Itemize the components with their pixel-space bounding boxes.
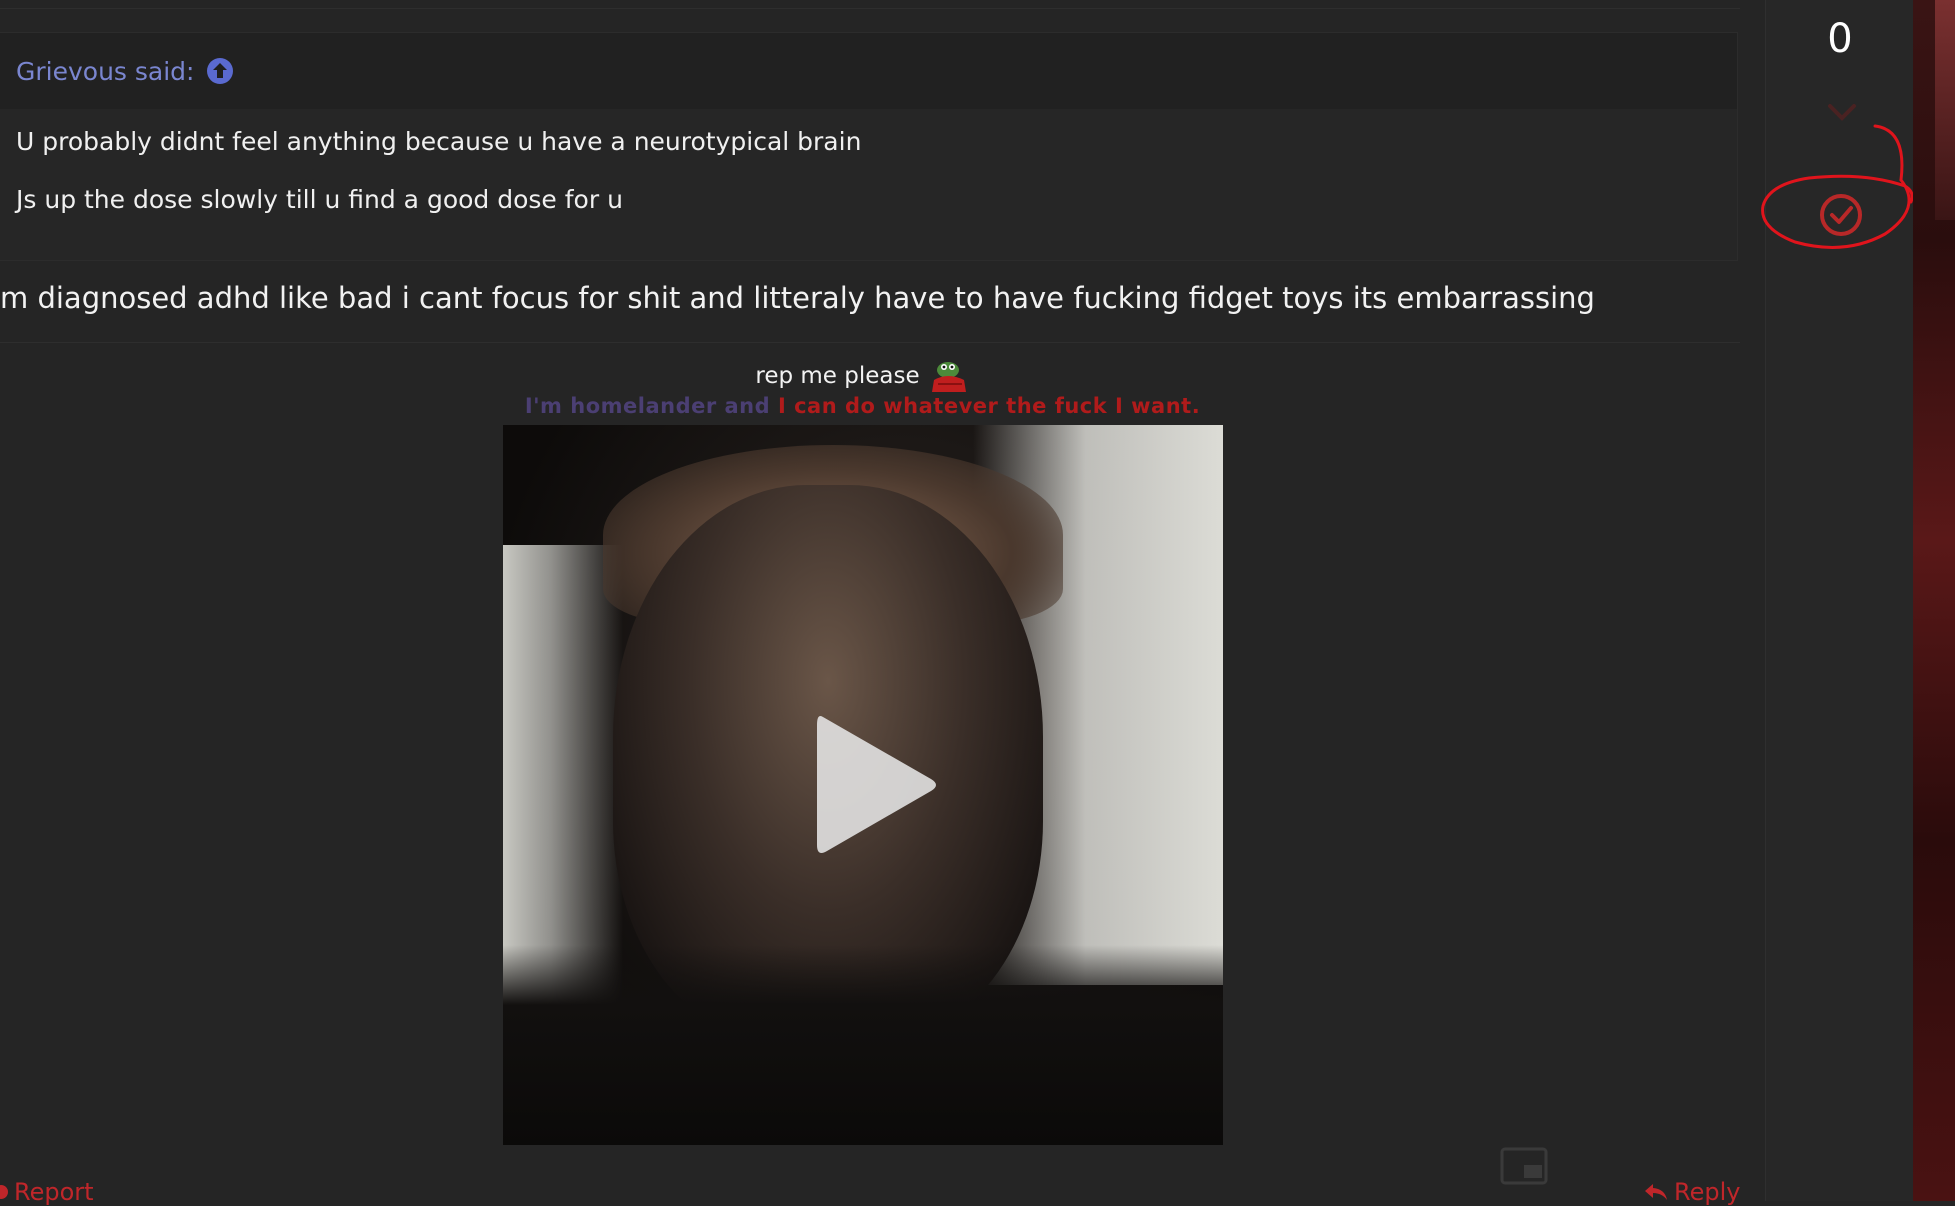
signature-text: rep me please xyxy=(755,363,920,389)
post-body-text: m diagnosed adhd like bad i cant focus f… xyxy=(0,281,1595,315)
report-icon xyxy=(0,1185,8,1199)
post-area: Grievous said: U probably didnt feel any… xyxy=(0,0,1765,1206)
quote-header[interactable]: Grievous said: xyxy=(0,33,1737,109)
signature-gradient-part-1: I'm homelander and xyxy=(524,394,778,418)
go-to-quote-icon[interactable] xyxy=(206,57,234,85)
picture-in-picture-icon[interactable] xyxy=(1500,1147,1548,1185)
downvote-chevron-icon[interactable] xyxy=(1826,100,1858,124)
signature-line-1: rep me please xyxy=(0,358,1725,394)
video-subject-shoulders xyxy=(503,945,1223,1145)
page-background-edge xyxy=(1913,0,1955,1201)
pepe-frog-emoji-icon xyxy=(928,358,970,394)
play-icon[interactable] xyxy=(803,705,943,865)
reply-arrow-icon xyxy=(1645,1184,1667,1200)
quote-author-label[interactable]: Grievous said: xyxy=(16,57,194,86)
report-link[interactable]: Report xyxy=(0,1178,94,1206)
report-label[interactable]: Report xyxy=(14,1178,94,1206)
vote-count: 0 xyxy=(1827,16,1853,62)
vote-column: 0 xyxy=(1765,0,1914,1201)
signature-divider xyxy=(0,342,1740,343)
signature-line-2: I'm homelander and I can do whatever the… xyxy=(0,394,1725,418)
video-player[interactable] xyxy=(503,425,1223,1145)
signature-gradient-part-2: I can do whatever the fuck I want. xyxy=(777,394,1201,418)
mark-solution-check-icon[interactable] xyxy=(1818,192,1864,238)
quote-line-2: Js up the dose slowly till u find a good… xyxy=(16,185,623,214)
reply-label[interactable]: Reply xyxy=(1674,1178,1740,1206)
top-divider xyxy=(0,0,1740,9)
quote-block: Grievous said: U probably didnt feel any… xyxy=(0,32,1738,261)
reply-link[interactable]: Reply xyxy=(1644,1178,1740,1206)
background-glow xyxy=(1935,0,1955,220)
quote-line-1: U probably didnt feel anything because u… xyxy=(16,127,862,156)
